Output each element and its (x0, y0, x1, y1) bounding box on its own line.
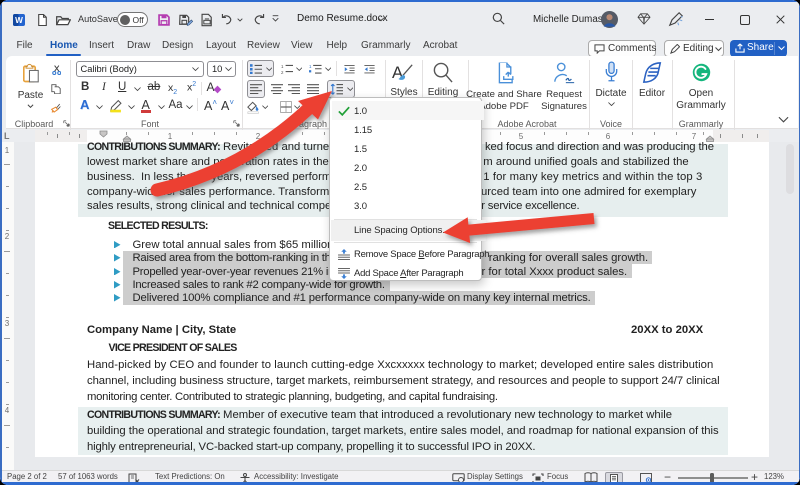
svg-text:4: 4 (5, 406, 10, 415)
svg-text:7: 7 (692, 132, 697, 141)
svg-text:5: 5 (519, 132, 524, 141)
svg-text:1: 1 (168, 132, 173, 141)
svg-text:2: 2 (281, 70, 284, 74)
svg-text:2: 2 (5, 232, 10, 241)
svg-text:3: 3 (5, 319, 10, 328)
svg-text:1: 1 (5, 146, 10, 155)
svg-text:2: 2 (256, 132, 261, 141)
svg-text:1: 1 (309, 64, 312, 69)
svg-text:6: 6 (606, 132, 611, 141)
svg-text:W: W (15, 16, 23, 25)
svg-text:1: 1 (281, 64, 284, 69)
